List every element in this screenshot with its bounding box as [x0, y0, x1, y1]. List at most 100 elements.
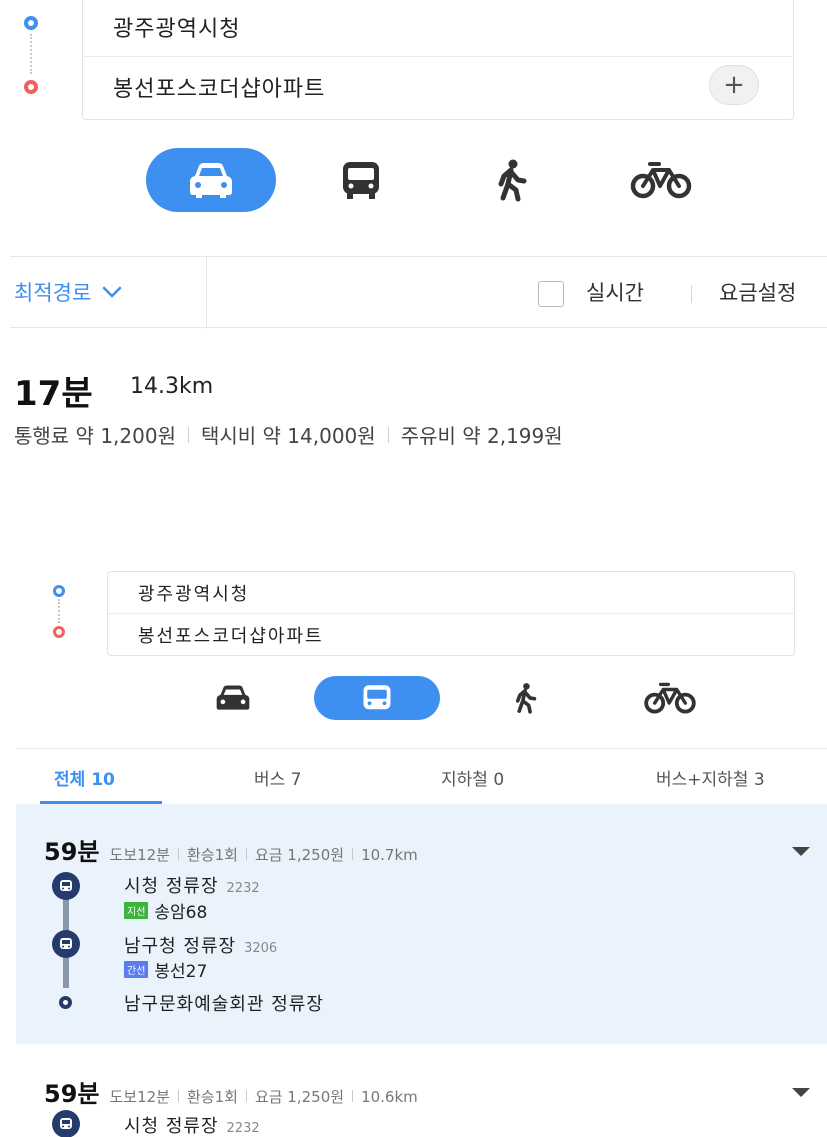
route-options-bar: 최적경로 실시간 요금설정	[10, 256, 827, 329]
divider	[387, 426, 389, 443]
bus-icon	[363, 685, 391, 710]
bus-line-number: 송암68	[154, 903, 208, 923]
divider	[245, 848, 247, 860]
destination-stop-icon	[59, 996, 72, 1009]
stop-name[interactable]: 시청 정류장 2232	[124, 1112, 260, 1137]
origin-pin-icon	[53, 585, 65, 597]
realtime-label[interactable]: 실시간	[586, 257, 644, 327]
mode-tab-bus[interactable]	[314, 676, 440, 720]
mode-tab-walk[interactable]	[446, 148, 576, 212]
fee-setting-button[interactable]: 요금설정	[719, 257, 796, 327]
chevron-down-icon	[103, 286, 122, 298]
bus-stop-icon	[52, 1110, 80, 1137]
transfer-count: 환승1회	[186, 846, 238, 864]
travel-time: 17분	[14, 374, 93, 414]
fuel-cost: 주유비 약 2,199원	[400, 424, 563, 448]
transit-filter-tabs: 전체 10 버스 7 지하철 0 버스+지하철 3	[16, 748, 827, 804]
tab-bus[interactable]: 버스 7	[254, 765, 302, 790]
bus-icon	[343, 162, 379, 199]
tab-bus-subway[interactable]: 버스+지하철 3	[656, 765, 765, 790]
divider	[206, 257, 207, 329]
car-icon	[216, 685, 250, 710]
bike-icon	[644, 682, 696, 714]
destination-text: 봉선포스코더샵아파트	[138, 626, 324, 647]
destination-pin-icon	[53, 626, 65, 638]
walk-icon	[515, 683, 537, 714]
sort-dropdown[interactable]: 최적경로	[14, 257, 123, 327]
destination-field[interactable]: 봉선포스코더샵아파트	[83, 57, 793, 117]
stop-code: 3206	[244, 941, 278, 956]
cost-info: 통행료 약 1,200원 택시비 약 14,000원 주유비 약 2,199원	[14, 420, 563, 449]
mode-tab-walk[interactable]	[490, 676, 560, 720]
fare: 요금 1,250원	[254, 1088, 345, 1106]
fare: 요금 1,250원	[254, 846, 345, 864]
stop-name[interactable]: 남구청 정류장 3206	[124, 932, 277, 958]
toll-cost: 통행료 약 1,200원	[14, 424, 176, 448]
line-type-badge: 지선	[124, 902, 149, 919]
tab-subway[interactable]: 지하철 0	[441, 765, 504, 790]
route-time: 59분	[44, 838, 100, 866]
route-card[interactable]: 59분 도보12분 환승1회 요금 1,250원 10.6km 시청 정류장 22…	[16, 1044, 827, 1137]
taxi-cost: 택시비 약 14,000원	[200, 424, 376, 448]
stop-name[interactable]: 시청 정류장 2232	[124, 872, 260, 898]
origin-field[interactable]: 광주광역시청	[83, 0, 793, 57]
divider	[691, 285, 692, 303]
realtime-checkbox[interactable]	[538, 281, 564, 307]
route-input-box: 광주광역시청 봉선포스코더샵아파트 +	[82, 0, 794, 120]
destination-field[interactable]: 봉선포스코더샵아파트	[108, 614, 794, 656]
line-type-badge: 간선	[124, 961, 149, 978]
tab-all[interactable]: 전체 10	[54, 765, 115, 790]
mode-tab-car[interactable]	[190, 676, 276, 720]
sort-label: 최적경로	[14, 281, 92, 305]
divider	[352, 1090, 354, 1102]
transport-mode-tabs	[146, 148, 706, 212]
route-summary: 59분 도보12분 환승1회 요금 1,250원 10.6km	[44, 1074, 418, 1109]
transfer-count: 환승1회	[186, 1088, 238, 1106]
car-icon	[190, 163, 232, 198]
stop-label: 남구청 정류장	[124, 936, 237, 957]
stop-label: 남구문화예술회관 정류장	[124, 994, 324, 1015]
stop-code: 2232	[226, 881, 260, 896]
bus-stop-icon	[52, 872, 80, 900]
walk-time: 도보12분	[109, 846, 170, 864]
destination-text: 봉선포스코더샵아파트	[113, 77, 326, 102]
plus-icon: +	[723, 70, 745, 100]
walk-time: 도보12분	[109, 1088, 170, 1106]
transport-mode-tabs	[190, 676, 720, 720]
expand-caret-icon[interactable]	[792, 847, 810, 856]
route-time: 59분	[44, 1080, 100, 1108]
origin-field[interactable]: 광주광역시청	[108, 572, 794, 614]
divider	[177, 1090, 179, 1102]
travel-distance: 14.3km	[130, 374, 214, 399]
route-input-box: 광주광역시청 봉선포스코더샵아파트	[107, 571, 795, 656]
divider	[187, 426, 189, 443]
mode-tab-bike[interactable]	[620, 676, 720, 720]
route-card[interactable]: 59분 도보12분 환승1회 요금 1,250원 10.7km 시청 정류장 22…	[16, 804, 827, 1044]
origin-text: 광주광역시청	[113, 16, 241, 42]
add-waypoint-button[interactable]: +	[709, 65, 759, 105]
expand-caret-icon[interactable]	[792, 1088, 810, 1097]
stop-code: 2232	[226, 1121, 260, 1136]
bus-line-number: 봉선27	[154, 962, 208, 982]
mode-tab-bike[interactable]	[596, 148, 726, 212]
stop-label: 시청 정류장	[124, 1116, 219, 1137]
bike-icon	[630, 162, 692, 199]
stop-label: 시청 정류장	[124, 876, 219, 897]
walk-icon	[498, 159, 527, 202]
bus-line-info: 간선 봉선27	[124, 957, 207, 982]
divider	[177, 848, 179, 860]
divider	[245, 1090, 247, 1102]
route-distance: 10.6km	[361, 1088, 418, 1106]
mode-tab-car[interactable]	[146, 148, 276, 212]
origin-text: 광주광역시청	[138, 583, 250, 605]
mode-tab-bus[interactable]	[296, 148, 426, 212]
route-connector	[58, 599, 60, 623]
destination-pin-icon	[24, 80, 38, 94]
bus-line-info: 지선 송암68	[124, 898, 207, 923]
route-connector	[30, 34, 32, 74]
divider	[352, 848, 354, 860]
stop-name[interactable]: 남구문화예술회관 정류장	[124, 990, 324, 1016]
bus-stop-icon	[52, 930, 80, 958]
route-summary: 59분 도보12분 환승1회 요금 1,250원 10.7km	[44, 832, 418, 867]
origin-pin-icon	[24, 16, 38, 30]
